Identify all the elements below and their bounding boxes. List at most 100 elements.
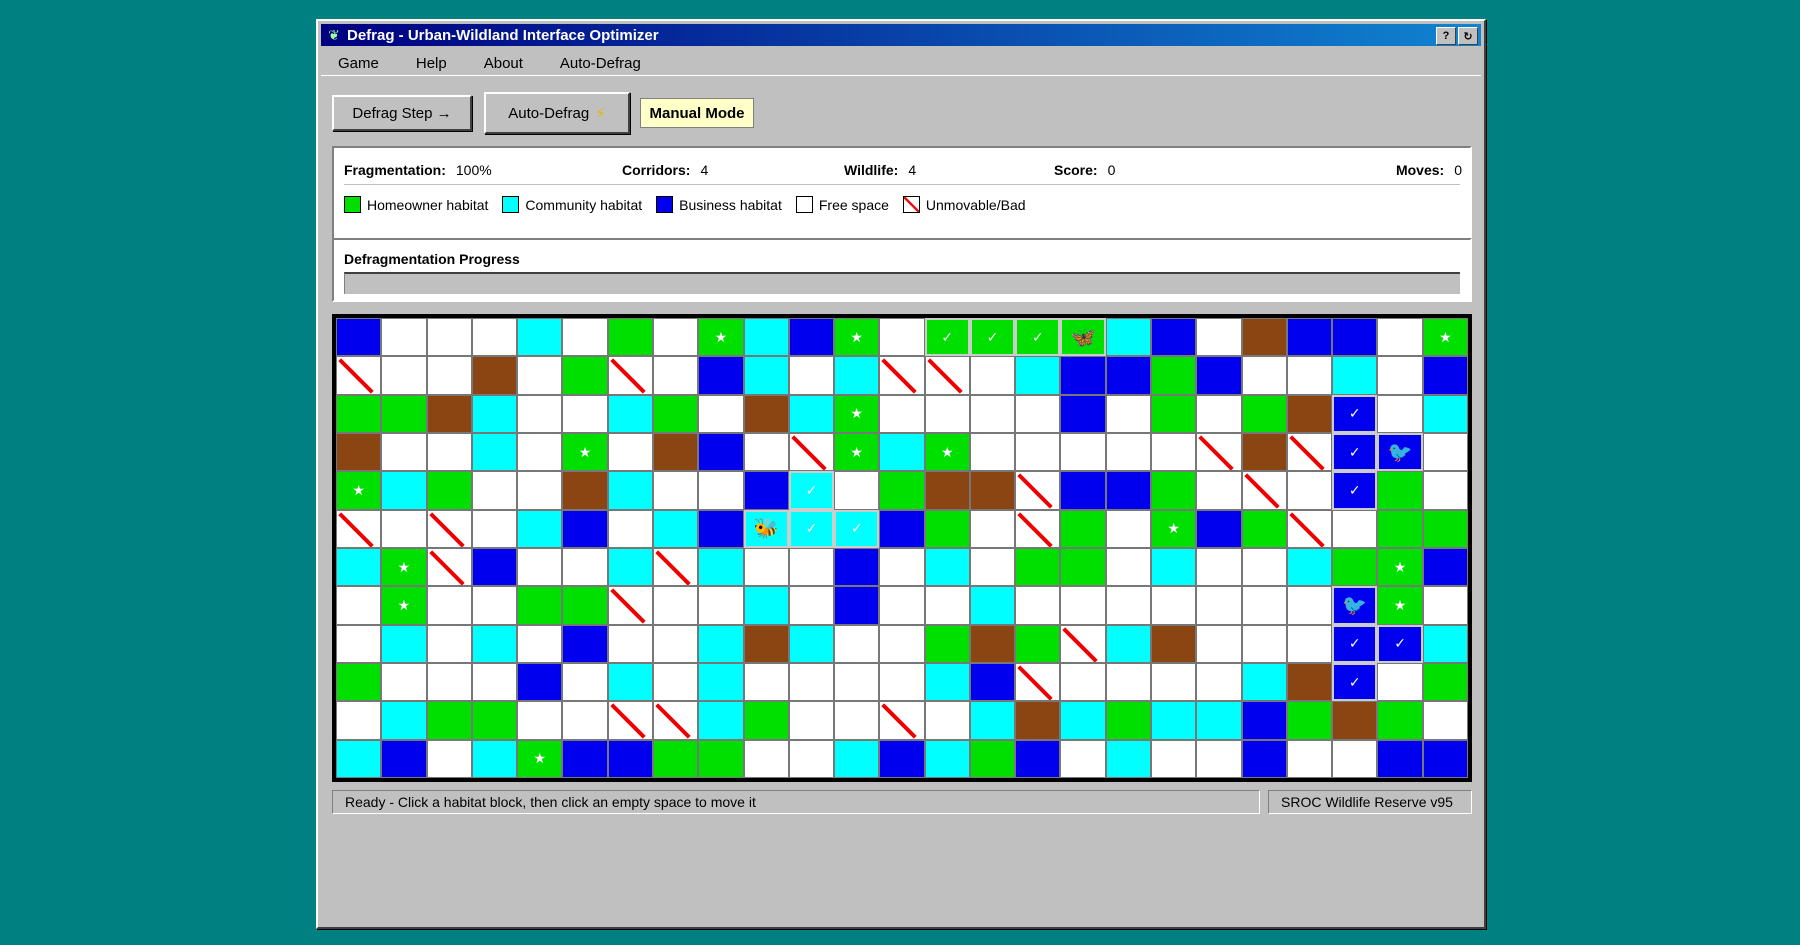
- business-cell[interactable]: [1060, 356, 1106, 395]
- dirt-cell[interactable]: [562, 471, 608, 510]
- business-cell[interactable]: [698, 433, 744, 472]
- dirt-cell[interactable]: [471, 356, 518, 395]
- homeowner-cell[interactable]: [336, 663, 382, 702]
- homeowner-cell[interactable]: ★: [1377, 586, 1423, 625]
- business-cell[interactable]: [1105, 471, 1152, 510]
- business-cell[interactable]: [879, 509, 925, 548]
- community-cell[interactable]: 🐝: [743, 509, 789, 548]
- free-cell[interactable]: [743, 663, 789, 702]
- free-cell[interactable]: [381, 356, 427, 395]
- business-cell[interactable]: [1151, 318, 1197, 357]
- free-cell[interactable]: [788, 356, 835, 395]
- free-cell[interactable]: [1060, 586, 1106, 625]
- free-cell[interactable]: [1196, 394, 1242, 433]
- business-cell[interactable]: [1377, 739, 1423, 778]
- free-cell[interactable]: [471, 586, 518, 625]
- free-cell[interactable]: [1377, 394, 1423, 433]
- free-cell[interactable]: [1151, 586, 1197, 625]
- free-cell[interactable]: [1377, 356, 1423, 395]
- free-cell[interactable]: [607, 509, 653, 548]
- homeowner-cell[interactable]: [1377, 509, 1423, 548]
- business-cell[interactable]: [1105, 356, 1152, 395]
- dirt-cell[interactable]: [652, 433, 699, 472]
- free-cell[interactable]: [834, 624, 880, 663]
- community-cell[interactable]: [969, 701, 1016, 740]
- free-cell[interactable]: [698, 394, 744, 433]
- free-cell[interactable]: [879, 663, 925, 702]
- homeowner-cell[interactable]: ✓: [924, 318, 970, 357]
- free-cell[interactable]: [698, 471, 744, 510]
- free-cell[interactable]: [426, 663, 472, 702]
- menu-auto-defrag[interactable]: Auto-Defrag: [543, 55, 659, 72]
- defrag-step-button[interactable]: Defrag Step →: [332, 95, 472, 131]
- dirt-cell[interactable]: [969, 471, 1016, 510]
- homeowner-cell[interactable]: [1377, 701, 1423, 740]
- homeowner-cell[interactable]: ✓: [1015, 318, 1061, 357]
- dirt-cell[interactable]: [1286, 663, 1333, 702]
- homeowner-cell[interactable]: [381, 394, 427, 433]
- free-cell[interactable]: [336, 624, 382, 663]
- free-cell[interactable]: [517, 356, 563, 395]
- dirt-cell[interactable]: [1015, 701, 1061, 740]
- free-cell[interactable]: [1422, 586, 1468, 625]
- free-cell[interactable]: [1196, 663, 1242, 702]
- free-cell[interactable]: [517, 433, 563, 472]
- community-cell[interactable]: [607, 663, 653, 702]
- free-cell[interactable]: [1151, 663, 1197, 702]
- community-cell[interactable]: [834, 356, 880, 395]
- free-cell[interactable]: [743, 739, 789, 778]
- homeowner-cell[interactable]: [1422, 509, 1468, 548]
- business-cell[interactable]: [1332, 318, 1378, 357]
- homeowner-cell[interactable]: [1151, 356, 1197, 395]
- community-cell[interactable]: [743, 356, 789, 395]
- homeowner-cell[interactable]: ★: [336, 471, 382, 510]
- free-cell[interactable]: [517, 548, 563, 587]
- free-cell[interactable]: [1196, 548, 1242, 587]
- business-cell[interactable]: [562, 624, 608, 663]
- homeowner-cell[interactable]: [698, 739, 744, 778]
- business-cell[interactable]: [1422, 356, 1468, 395]
- free-cell[interactable]: [1060, 433, 1106, 472]
- dirt-cell[interactable]: [336, 433, 382, 472]
- business-cell[interactable]: [879, 739, 925, 778]
- free-cell[interactable]: [1286, 586, 1333, 625]
- free-cell[interactable]: [562, 394, 608, 433]
- community-cell[interactable]: [698, 548, 744, 587]
- business-cell[interactable]: 🐦: [1377, 433, 1423, 472]
- free-cell[interactable]: [698, 586, 744, 625]
- homeowner-cell[interactable]: [1105, 701, 1152, 740]
- business-cell[interactable]: [1286, 318, 1333, 357]
- community-cell[interactable]: [698, 701, 744, 740]
- free-cell[interactable]: [834, 701, 880, 740]
- dirt-cell[interactable]: [1241, 318, 1287, 357]
- free-cell[interactable]: [788, 663, 835, 702]
- free-cell[interactable]: [788, 586, 835, 625]
- menu-help[interactable]: Help: [399, 55, 465, 72]
- free-cell[interactable]: [652, 586, 699, 625]
- dirt-cell[interactable]: [426, 394, 472, 433]
- community-cell[interactable]: [743, 586, 789, 625]
- community-cell[interactable]: [652, 509, 699, 548]
- homeowner-cell[interactable]: [924, 509, 970, 548]
- help-button[interactable]: ?: [1436, 27, 1456, 45]
- homeowner-cell[interactable]: [1015, 624, 1061, 663]
- free-cell[interactable]: [1015, 586, 1061, 625]
- homeowner-cell[interactable]: ★: [1377, 548, 1423, 587]
- homeowner-cell[interactable]: [652, 739, 699, 778]
- free-cell[interactable]: [562, 701, 608, 740]
- homeowner-cell[interactable]: ★: [562, 433, 608, 472]
- business-cell[interactable]: [1015, 739, 1061, 778]
- free-cell[interactable]: [1241, 624, 1287, 663]
- free-cell[interactable]: [924, 394, 970, 433]
- homeowner-cell[interactable]: [1151, 471, 1197, 510]
- homeowner-cell[interactable]: ★: [698, 318, 744, 357]
- community-cell[interactable]: [788, 394, 835, 433]
- free-cell[interactable]: [1060, 663, 1106, 702]
- homeowner-cell[interactable]: ★: [834, 394, 880, 433]
- free-cell[interactable]: [924, 701, 970, 740]
- free-cell[interactable]: [607, 624, 653, 663]
- free-cell[interactable]: [652, 624, 699, 663]
- free-cell[interactable]: [562, 663, 608, 702]
- free-cell[interactable]: [517, 701, 563, 740]
- free-cell[interactable]: [1332, 739, 1378, 778]
